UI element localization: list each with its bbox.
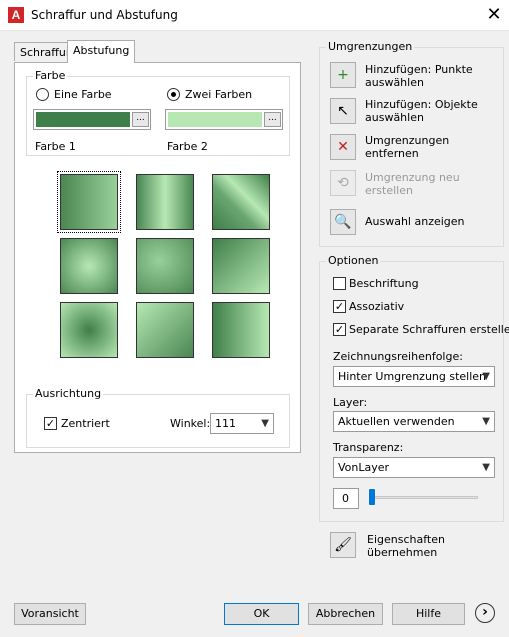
add-pick-points-label-1: Hinzufügen: Punkte — [365, 63, 473, 76]
add-pick-points-label-2: auswählen — [365, 76, 424, 89]
remove-boundaries-icon[interactable]: ✕ — [330, 134, 356, 160]
umgrenzungen-group-label: Umgrenzungen — [326, 40, 415, 53]
transparency-number: 0 — [342, 492, 349, 505]
gradient-pattern-cylinder[interactable] — [136, 174, 194, 230]
transparency-slider-thumb[interactable] — [369, 489, 375, 505]
chevron-down-icon: ▼ — [482, 416, 490, 427]
separate-hatches-label: Separate Schraffuren erstellen — [349, 323, 509, 336]
angle-select[interactable]: 111 ▼ — [210, 413, 274, 434]
remove-boundaries-label-1: Umgrenzungen — [365, 134, 450, 147]
add-select-objects-label-2: auswählen — [365, 111, 424, 124]
inherit-properties-icon[interactable]: 🖌 — [330, 532, 356, 558]
gradient-pattern-invcylinder[interactable] — [212, 174, 270, 230]
abstufung-panel: Farbe Eine Farbe Zwei Farben ... ... Far… — [14, 62, 301, 453]
separate-hatches-checkbox[interactable]: ✓ — [333, 323, 346, 336]
color1-browse-button[interactable]: ... — [132, 112, 149, 127]
gradient-pattern-curved[interactable] — [212, 238, 270, 294]
centered-label: Zentriert — [61, 417, 110, 430]
draw-order-label: Zeichnungsreihenfolge: — [333, 350, 463, 363]
color2-swatch[interactable]: ... — [165, 109, 283, 130]
more-options-icon[interactable]: › — [475, 603, 495, 623]
recreate-boundary-label-1: Umgrenzung neu — [365, 171, 460, 184]
add-select-objects-label-1: Hinzufügen: Objekte — [365, 98, 478, 111]
one-color-label: Eine Farbe — [54, 88, 112, 101]
associative-label: Assoziativ — [349, 300, 405, 313]
gradient-pattern-spherical[interactable] — [60, 238, 118, 294]
transparency-select[interactable]: VonLayer ▼ — [333, 457, 495, 478]
transparency-label: Transparenz: — [333, 441, 404, 454]
view-selections-label: Auswahl anzeigen — [365, 215, 465, 228]
transparency-number-field[interactable]: 0 — [333, 488, 359, 509]
color1-fill — [36, 112, 130, 127]
one-color-radio[interactable] — [36, 88, 49, 101]
remove-boundaries-label-2: entfernen — [365, 147, 419, 160]
angle-value: 111 — [215, 417, 236, 430]
gradient-pattern-linear[interactable] — [57, 171, 121, 233]
optionen-group-label: Optionen — [326, 254, 381, 267]
ok-button[interactable]: OK — [224, 603, 299, 625]
chevron-down-icon: ▼ — [261, 418, 269, 429]
add-select-objects-icon[interactable]: ↖ — [330, 98, 356, 124]
draw-order-value: Hinter Umgrenzung stellen — [338, 370, 487, 383]
layer-select[interactable]: Aktuellen verwenden ▼ — [333, 411, 495, 432]
color2-browse-button[interactable]: ... — [264, 112, 281, 127]
close-icon[interactable]: ✕ — [479, 0, 509, 31]
two-colors-label: Zwei Farben — [185, 88, 253, 101]
layer-value: Aktuellen verwenden — [338, 415, 455, 428]
tab-abstufung[interactable]: Abstufung — [67, 40, 136, 63]
recreate-boundary-label-2: erstellen — [365, 184, 413, 197]
color1-label: Farbe 1 — [35, 140, 76, 153]
farbe-group-label: Farbe — [33, 69, 68, 82]
ausrichtung-group-label: Ausrichtung — [33, 387, 104, 400]
gradient-pattern-invcurved[interactable] — [212, 302, 270, 358]
preview-button[interactable]: Voransicht — [14, 603, 86, 625]
chevron-down-icon: ▼ — [482, 371, 490, 382]
magnifier-icon[interactable]: 🔍 — [330, 209, 356, 235]
associative-checkbox[interactable]: ✓ — [333, 300, 346, 313]
gradient-pattern-hemispherical[interactable] — [136, 238, 194, 294]
recreate-boundary-icon: ⟲ — [330, 170, 356, 196]
draw-order-select[interactable]: Hinter Umgrenzung stellen ▼ — [333, 366, 495, 387]
annotative-label: Beschriftung — [349, 277, 419, 290]
chevron-down-icon: ▼ — [482, 462, 490, 473]
color1-swatch[interactable]: ... — [33, 109, 151, 130]
angle-label: Winkel: — [170, 417, 211, 430]
add-pick-points-icon[interactable]: + — [330, 62, 356, 88]
window-title: Schraffur und Abstufung — [31, 8, 178, 22]
optionen-group: Optionen — [319, 254, 504, 522]
centered-checkbox[interactable]: ✓ — [44, 417, 57, 430]
color2-label: Farbe 2 — [167, 140, 208, 153]
annotative-checkbox[interactable] — [333, 277, 346, 290]
color2-fill — [168, 112, 262, 127]
layer-label: Layer: — [333, 396, 368, 409]
two-colors-radio[interactable] — [167, 88, 180, 101]
title-bar: A Schraffur und Abstufung ✕ — [0, 0, 509, 31]
autocad-logo-icon: A — [8, 7, 24, 23]
cancel-button[interactable]: Abbrechen — [308, 603, 383, 625]
inherit-properties-label-1: Eigenschaften — [367, 533, 445, 546]
gradient-pattern-invspherical[interactable] — [60, 302, 118, 358]
help-button[interactable]: Hilfe — [392, 603, 465, 625]
inherit-properties-label-2: übernehmen — [367, 546, 438, 559]
transparency-slider-track[interactable] — [372, 496, 478, 499]
transparency-value: VonLayer — [338, 461, 390, 474]
gradient-pattern-invhemispherical[interactable] — [136, 302, 194, 358]
